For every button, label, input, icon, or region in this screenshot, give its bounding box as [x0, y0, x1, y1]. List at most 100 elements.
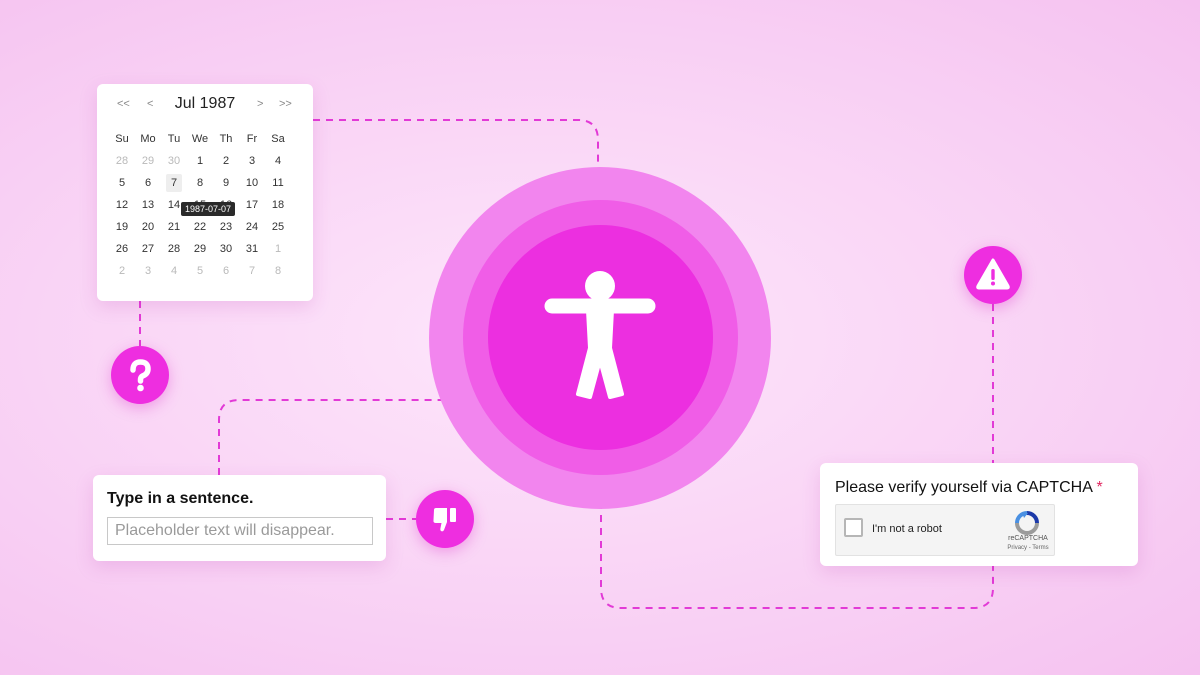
calendar-week-row: 19 20 21 22 23 24 25 [109, 216, 291, 238]
calendar-day-label: 9 [222, 177, 230, 189]
calendar-day-label: 5 [196, 265, 204, 277]
calendar-day[interactable]: 30 [161, 150, 187, 172]
weekday-header: Su [115, 133, 129, 145]
calendar-day[interactable]: 1 [265, 238, 291, 260]
calendar-day-label: 18 [271, 199, 285, 211]
calendar-day[interactable]: 28 [109, 150, 135, 172]
calendar-day-label: 24 [245, 221, 259, 233]
calendar-day-label: 17 [245, 199, 259, 211]
calendar-day[interactable]: 7 [239, 260, 265, 282]
calendar-day[interactable]: 10 [239, 172, 265, 194]
calendar-day[interactable]: 25 [265, 216, 291, 238]
calendar-day[interactable]: 30 [213, 238, 239, 260]
recaptcha-widget: I'm not a robot reCAPTCHA Privacy - Term… [835, 504, 1055, 556]
calendar-day-label: 1 [196, 155, 204, 167]
calendar-day-label: 8 [196, 177, 204, 189]
feedback-badge [416, 490, 474, 548]
sentence-input[interactable] [107, 517, 373, 545]
calendar-day-label: 7 [248, 265, 256, 277]
calendar-day[interactable]: 8 [265, 260, 291, 282]
calendar-day-label: 10 [245, 177, 259, 189]
captcha-label-text: Please verify yourself via CAPTCHA [835, 479, 1092, 496]
calendar-day[interactable]: 31 [239, 238, 265, 260]
calendar-day-label: 2 [118, 265, 126, 277]
calendar-day[interactable]: 20 [135, 216, 161, 238]
calendar-day-label: 5 [118, 177, 126, 189]
calendar-day-label: 23 [219, 221, 233, 233]
calendar-day-label: 22 [193, 221, 207, 233]
calendar-day-label: 19 [115, 221, 129, 233]
date-tooltip: 1987-07-07 [181, 202, 236, 216]
calendar-day-label: 7 [166, 174, 182, 192]
calendar-day[interactable]: 21 [161, 216, 187, 238]
calendar-day[interactable]: 7 [161, 172, 187, 194]
weekday-header: We [191, 133, 209, 145]
calendar-day-label: 4 [274, 155, 282, 167]
calendar-day-label: 14 [167, 199, 181, 211]
accessibility-icon [544, 271, 656, 399]
weekday-header: Th [219, 133, 233, 145]
calendar-day-label: 20 [141, 221, 155, 233]
next-year-button[interactable]: >> [279, 98, 292, 110]
calendar-day[interactable]: 24 [239, 216, 265, 238]
calendar-day[interactable]: 26 [109, 238, 135, 260]
calendar-day[interactable]: 4 [161, 260, 187, 282]
calendar-day-label: 2 [222, 155, 230, 167]
calendar-day-label: 31 [245, 243, 259, 255]
captcha-checkbox-label: I'm not a robot [872, 523, 942, 535]
calendar-day[interactable]: 1 [187, 150, 213, 172]
calendar-day[interactable]: 29 [135, 150, 161, 172]
calendar-day[interactable]: 29 [187, 238, 213, 260]
calendar-week-row: 26 27 28 29 30 31 1 [109, 238, 291, 260]
recaptcha-logo-icon [1015, 511, 1039, 535]
calendar-day-label: 29 [141, 155, 155, 167]
calendar-day[interactable]: 6 [135, 172, 161, 194]
calendar-day[interactable]: 11 [265, 172, 291, 194]
calendar-day[interactable]: 3 [239, 150, 265, 172]
calendar-day[interactable]: 9 [213, 172, 239, 194]
calendar-day-label: 21 [167, 221, 181, 233]
calendar-day[interactable]: 28 [161, 238, 187, 260]
warning-icon [976, 258, 1010, 290]
calendar-day[interactable]: 17 [239, 194, 265, 216]
required-mark: * [1096, 479, 1103, 496]
calendar-day[interactable]: 12 [109, 194, 135, 216]
calendar-day[interactable]: 5 [187, 260, 213, 282]
calendar-day[interactable]: 6 [213, 260, 239, 282]
calendar-day-label: 29 [193, 243, 207, 255]
weekday-header: Sa [271, 133, 285, 145]
sentence-form-card: Type in a sentence. [93, 475, 386, 561]
calendar-day-label: 25 [271, 221, 285, 233]
calendar-day-label: 3 [144, 265, 152, 277]
recaptcha-terms-link[interactable]: Privacy - Terms [996, 545, 1060, 551]
calendar-day-label: 11 [272, 177, 284, 189]
calendar-day-label: 26 [115, 243, 129, 255]
captcha-checkbox[interactable] [844, 518, 863, 537]
next-month-button[interactable]: > [257, 98, 263, 110]
calendar-day-label: 30 [219, 243, 233, 255]
warning-badge [964, 246, 1022, 304]
calendar-day[interactable]: 8 [187, 172, 213, 194]
calendar-day[interactable]: 18 [265, 194, 291, 216]
calendar-day[interactable]: 23 [213, 216, 239, 238]
calendar-day-label: 30 [167, 155, 181, 167]
calendar-day[interactable]: 3 [135, 260, 161, 282]
recaptcha-brand: reCAPTCHA [1008, 535, 1048, 542]
calendar-day-label: 28 [167, 243, 181, 255]
calendar-day-label: 12 [115, 199, 129, 211]
calendar-week-row: 2 3 4 5 6 7 8 [109, 260, 291, 282]
calendar-day[interactable]: 2 [109, 260, 135, 282]
calendar-day-label: 6 [222, 265, 230, 277]
calendar-day-label: 13 [141, 199, 155, 211]
calendar-day[interactable]: 27 [135, 238, 161, 260]
calendar-day-label: 8 [274, 265, 282, 277]
weekday-header: Mo [140, 133, 156, 145]
help-badge [111, 346, 169, 404]
calendar-day[interactable]: 22 [187, 216, 213, 238]
calendar-day[interactable]: 5 [109, 172, 135, 194]
calendar-day[interactable]: 2 [213, 150, 239, 172]
calendar-day[interactable]: 13 [135, 194, 161, 216]
calendar-day[interactable]: 4 [265, 150, 291, 172]
sentence-label: Type in a sentence. [107, 490, 254, 507]
calendar-day[interactable]: 19 [109, 216, 135, 238]
